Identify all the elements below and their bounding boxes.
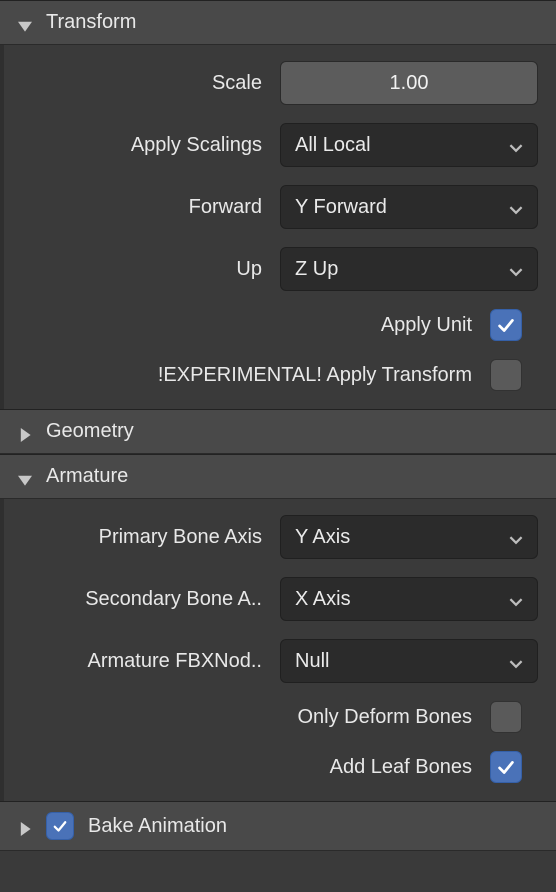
check-icon: [495, 756, 517, 778]
armature-fbxnode-dropdown[interactable]: Null: [280, 639, 538, 683]
apply-scalings-label: Apply Scalings: [22, 134, 262, 157]
secondary-bone-axis-label: Secondary Bone A..: [22, 588, 262, 611]
secondary-bone-axis-dropdown[interactable]: X Axis: [280, 577, 538, 621]
scale-value: 1.00: [390, 72, 429, 95]
check-icon: [495, 314, 517, 336]
chevron-down-icon: [509, 654, 523, 668]
scale-input[interactable]: 1.00: [280, 61, 538, 105]
apply-unit-label: Apply Unit: [22, 314, 472, 337]
bake-animation-checkbox[interactable]: [46, 812, 74, 840]
up-row: Up Z Up: [22, 247, 538, 291]
chevron-down-icon: [509, 262, 523, 276]
transform-header[interactable]: Transform: [0, 0, 556, 45]
only-deform-bones-checkbox[interactable]: [490, 701, 522, 733]
forward-dropdown[interactable]: Y Forward: [280, 185, 538, 229]
apply-transform-label: !EXPERIMENTAL! Apply Transform: [22, 364, 472, 387]
apply-transform-checkbox[interactable]: [490, 359, 522, 391]
geometry-header[interactable]: Geometry: [0, 409, 556, 454]
primary-bone-axis-value: Y Axis: [295, 526, 350, 549]
armature-header[interactable]: Armature: [0, 454, 556, 499]
armature-title: Armature: [46, 465, 128, 488]
disclosure-right-icon: [18, 819, 32, 833]
primary-bone-axis-row: Primary Bone Axis Y Axis: [22, 515, 538, 559]
only-deform-bones-label: Only Deform Bones: [22, 706, 472, 729]
only-deform-bones-row: Only Deform Bones: [22, 701, 538, 733]
add-leaf-bones-checkbox[interactable]: [490, 751, 522, 783]
primary-bone-axis-label: Primary Bone Axis: [22, 526, 262, 549]
chevron-down-icon: [509, 530, 523, 544]
apply-scalings-row: Apply Scalings All Local: [22, 123, 538, 167]
add-leaf-bones-label: Add Leaf Bones: [22, 756, 472, 779]
bake-animation-title: Bake Animation: [88, 815, 227, 838]
forward-value: Y Forward: [295, 196, 387, 219]
armature-body: Primary Bone Axis Y Axis Secondary Bone …: [0, 499, 556, 801]
armature-fbxnode-row: Armature FBXNod.. Null: [22, 639, 538, 683]
disclosure-right-icon: [18, 425, 32, 439]
disclosure-down-icon: [18, 16, 32, 30]
disclosure-down-icon: [18, 470, 32, 484]
armature-fbxnode-value: Null: [295, 650, 329, 673]
scale-row: Scale 1.00: [22, 61, 538, 105]
up-dropdown[interactable]: Z Up: [280, 247, 538, 291]
up-label: Up: [22, 258, 262, 281]
armature-fbxnode-label: Armature FBXNod..: [22, 650, 262, 673]
chevron-down-icon: [509, 200, 523, 214]
chevron-down-icon: [509, 592, 523, 606]
secondary-bone-axis-value: X Axis: [295, 588, 351, 611]
transform-title: Transform: [46, 11, 136, 34]
apply-transform-row: !EXPERIMENTAL! Apply Transform: [22, 359, 538, 391]
apply-scalings-dropdown[interactable]: All Local: [280, 123, 538, 167]
transform-body: Scale 1.00 Apply Scalings All Local Forw…: [0, 45, 556, 409]
secondary-bone-axis-row: Secondary Bone A.. X Axis: [22, 577, 538, 621]
chevron-down-icon: [509, 138, 523, 152]
forward-label: Forward: [22, 196, 262, 219]
apply-scalings-value: All Local: [295, 134, 371, 157]
apply-unit-row: Apply Unit: [22, 309, 538, 341]
up-value: Z Up: [295, 258, 338, 281]
forward-row: Forward Y Forward: [22, 185, 538, 229]
add-leaf-bones-row: Add Leaf Bones: [22, 751, 538, 783]
apply-unit-checkbox[interactable]: [490, 309, 522, 341]
scale-label: Scale: [22, 72, 262, 95]
bake-animation-header[interactable]: Bake Animation: [0, 801, 556, 851]
geometry-title: Geometry: [46, 420, 134, 443]
check-icon: [51, 817, 69, 835]
primary-bone-axis-dropdown[interactable]: Y Axis: [280, 515, 538, 559]
